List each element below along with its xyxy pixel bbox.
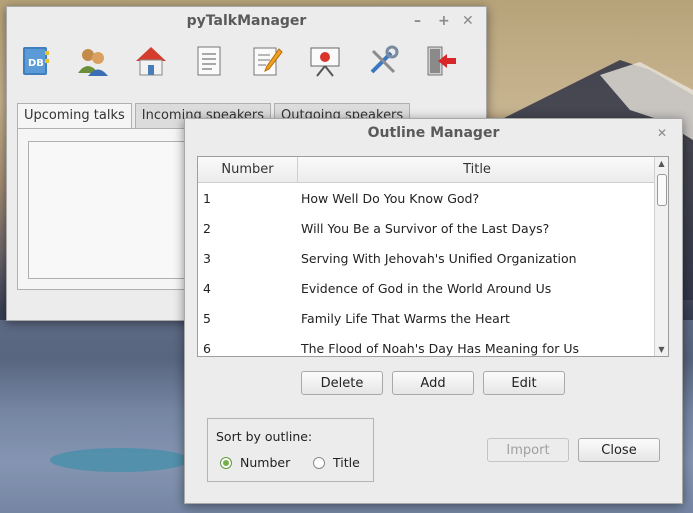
close-button[interactable]: ✕ <box>462 7 474 35</box>
people-icon <box>78 49 108 76</box>
outline-table[interactable]: Number Title 1 How Well Do You Know God? … <box>197 156 669 357</box>
row-number: 1 <box>203 190 211 206</box>
add-button[interactable]: Add <box>392 371 474 395</box>
minimize-button[interactable]: – <box>414 7 421 35</box>
home-icon <box>136 47 166 76</box>
sort-by-number-radio[interactable]: Number <box>220 455 290 470</box>
tab-upcoming-talks[interactable]: Upcoming talks <box>17 103 132 130</box>
sort-by-title-radio[interactable]: Title <box>313 455 360 470</box>
row-title: Will You Be a Survivor of the Last Days? <box>301 220 550 236</box>
scroll-down-icon[interactable]: ▼ <box>655 343 668 356</box>
row-title: Family Life That Warms the Heart <box>301 310 510 326</box>
speakers-button[interactable] <box>75 43 111 79</box>
congregations-button[interactable] <box>133 43 169 79</box>
import-button[interactable]: Import <box>487 438 569 462</box>
table-row[interactable]: 4 Evidence of God in the World Around Us <box>198 273 668 303</box>
schedule-button[interactable] <box>307 43 343 79</box>
svg-text:DB: DB <box>28 58 44 69</box>
radio-unselected-icon <box>313 456 325 469</box>
maximize-button[interactable]: + <box>438 7 450 35</box>
talks-button[interactable] <box>191 43 227 79</box>
outlines-button[interactable] <box>249 43 285 79</box>
table-row[interactable]: 3 Serving With Jehovah's Unified Organiza… <box>198 243 668 273</box>
dialog-title: Outline Manager <box>367 125 500 141</box>
tools-icon <box>370 45 399 74</box>
main-titlebar: pyTalkManager – + ✕ <box>7 7 486 35</box>
radio-selected-icon <box>220 456 232 469</box>
edit-document-icon <box>253 47 283 76</box>
column-number[interactable]: Number <box>198 157 298 182</box>
outline-manager-dialog: Outline Manager ✕ Number Title 1 How Well… <box>184 118 683 504</box>
table-row[interactable]: 5 Family Life That Warms the Heart <box>198 303 668 333</box>
close-dialog-button[interactable]: Close <box>578 438 660 462</box>
document-icon <box>197 46 221 76</box>
table-row[interactable]: 1 How Well Do You Know God? <box>198 183 668 213</box>
presentation-icon <box>310 47 340 77</box>
exit-icon <box>427 46 456 76</box>
dialog-close-icon[interactable]: ✕ <box>657 119 667 147</box>
quit-button[interactable] <box>423 43 459 79</box>
vertical-scrollbar[interactable]: ▲ ▼ <box>654 157 668 356</box>
main-toolbar: DB <box>7 35 486 87</box>
sort-number-label: Number <box>240 455 291 470</box>
scroll-up-icon[interactable]: ▲ <box>655 157 668 170</box>
edit-button[interactable]: Edit <box>483 371 565 395</box>
main-window-title: pyTalkManager <box>186 13 307 29</box>
row-number: 5 <box>203 310 211 326</box>
row-title: Serving With Jehovah's Unified Organizat… <box>301 250 577 266</box>
dialog-titlebar: Outline Manager ✕ <box>185 119 682 147</box>
table-header: Number Title <box>198 157 668 183</box>
row-number: 2 <box>203 220 211 236</box>
row-number: 6 <box>203 340 211 356</box>
row-title: The Flood of Noah's Day Has Meaning for … <box>301 340 579 356</box>
row-number: 4 <box>203 280 211 296</box>
table-row[interactable]: 2 Will You Be a Survivor of the Last Days… <box>198 213 668 243</box>
table-row[interactable]: 6 The Flood of Noah's Day Has Meaning for… <box>198 333 668 356</box>
row-title: Evidence of God in the World Around Us <box>301 280 552 296</box>
sort-title-label: Title <box>333 455 360 470</box>
database-icon: DB <box>23 47 49 75</box>
database-button[interactable]: DB <box>17 43 53 79</box>
sort-label: Sort by outline: <box>216 429 313 444</box>
delete-button[interactable]: Delete <box>301 371 383 395</box>
column-title[interactable]: Title <box>298 157 656 182</box>
settings-button[interactable] <box>365 43 401 79</box>
sort-options-group: Sort by outline: Number Title <box>207 418 374 482</box>
row-title: How Well Do You Know God? <box>301 190 480 206</box>
row-number: 3 <box>203 250 211 266</box>
scroll-thumb[interactable] <box>657 174 667 206</box>
